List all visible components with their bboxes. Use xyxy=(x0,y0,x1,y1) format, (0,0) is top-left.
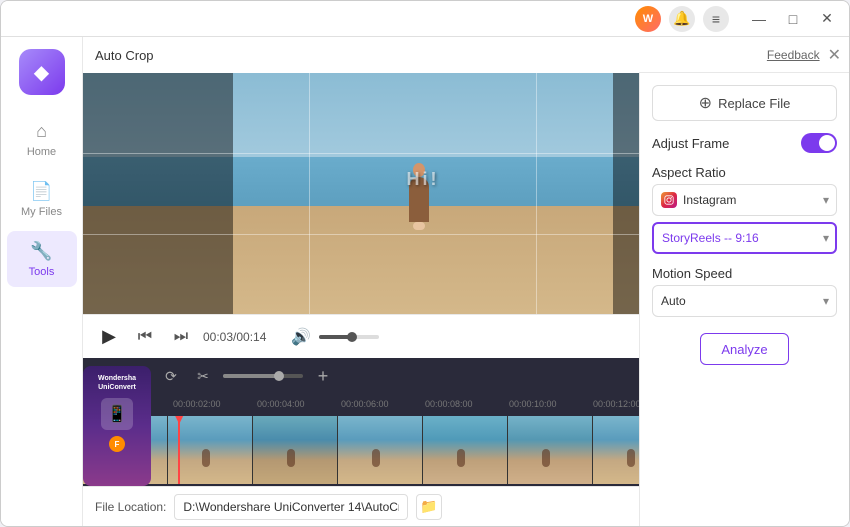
files-icon: 📄 xyxy=(30,181,52,202)
tools-icon: 🔧 xyxy=(30,241,52,262)
video-text-overlay: Hi! xyxy=(407,169,440,190)
right-panel: Converter to other Trimmer ly trim your … xyxy=(83,37,849,526)
feedback-close-button[interactable]: ✕ xyxy=(828,45,841,65)
speed-dropdown-wrapper: Auto xyxy=(652,285,837,317)
ruler-mark-3: 00:00:06:00 xyxy=(339,399,423,409)
crop-overlay-left xyxy=(83,73,233,314)
thumb-2 xyxy=(253,416,338,484)
title-bar-controls: — □ ✕ xyxy=(745,5,841,33)
maximize-button[interactable]: □ xyxy=(779,5,807,33)
volume-icon: 🔊 xyxy=(291,327,311,347)
speed-dropdown[interactable]: Auto xyxy=(652,285,837,317)
speed-selected: Auto xyxy=(661,294,686,308)
avatar: W xyxy=(635,6,661,32)
toggle-knob xyxy=(819,135,835,151)
platform-dropdown[interactable]: Instagram xyxy=(652,184,837,216)
format-dropdown-wrapper: StoryReels -- 9:16 xyxy=(652,222,837,254)
ruler-mark-1: 00:00:02:00 xyxy=(171,399,255,409)
sidebar-label-myfiles: My Files xyxy=(21,206,62,218)
promo-icon: 📱 xyxy=(101,398,133,430)
home-icon: ⌂ xyxy=(36,121,47,142)
folder-button[interactable]: 📁 xyxy=(416,494,442,520)
file-path-input[interactable] xyxy=(174,494,408,520)
replace-file-label: Replace File xyxy=(718,96,790,111)
playhead[interactable] xyxy=(178,416,180,484)
scissors-button[interactable]: ✂ xyxy=(191,364,215,388)
thumb-4 xyxy=(423,416,508,484)
app-logo: ◆ xyxy=(19,49,65,95)
promo-card: WondershaUniConvert 📱 F xyxy=(83,366,151,486)
promo-title: WondershaUniConvert xyxy=(98,374,136,392)
thumb-3 xyxy=(338,416,423,484)
platform-selected: Instagram xyxy=(683,193,736,207)
zoom-slider[interactable] xyxy=(223,374,303,378)
volume-thumb xyxy=(347,332,357,342)
platform-dropdown-wrapper: Instagram xyxy=(652,184,837,216)
analyze-section: Analyze xyxy=(652,333,837,365)
adjust-frame-row: Adjust Frame xyxy=(652,133,837,153)
motion-speed-section: Motion Speed Auto xyxy=(652,266,837,317)
zoom-thumb xyxy=(274,371,284,381)
adjust-frame-label: Adjust Frame xyxy=(652,136,729,151)
title-bar-icons: W 🔔 ≡ xyxy=(635,6,729,32)
thumb-1 xyxy=(168,416,253,484)
minimize-button[interactable]: — xyxy=(745,5,773,33)
format-dropdown[interactable]: StoryReels -- 9:16 xyxy=(652,222,837,254)
autocrop-panel: ⊕ Replace File Adjust Frame Aspect Ratio xyxy=(639,73,849,526)
ruler-mark-2: 00:00:04:00 xyxy=(255,399,339,409)
volume-slider[interactable] xyxy=(319,335,379,339)
refresh-button[interactable]: ⟳ xyxy=(159,364,183,388)
replace-icon: ⊕ xyxy=(699,93,712,113)
aspect-ratio-section: Aspect Ratio Instagram xyxy=(652,165,837,254)
dialog-title: Auto Crop xyxy=(95,48,154,63)
analyze-button[interactable]: Analyze xyxy=(700,333,788,365)
app-window: W 🔔 ≡ — □ ✕ ◆ ⌂ Home 📄 My Files xyxy=(0,0,850,527)
add-media-button[interactable]: + xyxy=(311,364,335,388)
sidebar-label-home: Home xyxy=(27,146,56,158)
feedback-bar: Feedback ✕ xyxy=(639,37,849,73)
motion-speed-label: Motion Speed xyxy=(652,266,837,281)
sidebar: ◆ ⌂ Home 📄 My Files 🔧 Tools xyxy=(1,37,83,526)
zoom-fill xyxy=(223,374,279,378)
time-display: 00:03/00:14 xyxy=(203,330,283,344)
aspect-ratio-label: Aspect Ratio xyxy=(652,165,837,180)
format-selected: StoryReels -- 9:16 xyxy=(662,231,759,245)
sidebar-label-tools: Tools xyxy=(29,266,55,278)
play-button[interactable]: ▶ xyxy=(95,323,123,351)
next-frame-button[interactable]: ⏭ xyxy=(167,323,195,351)
title-bar: W 🔔 ≡ — □ ✕ xyxy=(1,1,849,37)
promo-badge: F xyxy=(109,436,125,452)
feedback-link[interactable]: Feedback xyxy=(767,48,820,62)
sidebar-item-myfiles[interactable]: 📄 My Files xyxy=(7,171,77,227)
replace-file-button[interactable]: ⊕ Replace File xyxy=(652,85,837,121)
file-location-label: File Location: xyxy=(95,500,166,514)
thumb-5 xyxy=(508,416,593,484)
ruler-mark-4: 00:00:08:00 xyxy=(423,399,507,409)
sidebar-item-home[interactable]: ⌂ Home xyxy=(7,111,77,167)
close-button[interactable]: ✕ xyxy=(813,5,841,33)
prev-frame-button[interactable]: ⏮ xyxy=(131,323,159,351)
ruler-mark-5: 00:00:10:00 xyxy=(507,399,591,409)
adjust-frame-toggle[interactable] xyxy=(801,133,837,153)
sidebar-item-tools[interactable]: 🔧 Tools xyxy=(7,231,77,287)
instagram-icon xyxy=(661,192,677,208)
notification-icon[interactable]: 🔔 xyxy=(669,6,695,32)
menu-icon[interactable]: ≡ xyxy=(703,6,729,32)
